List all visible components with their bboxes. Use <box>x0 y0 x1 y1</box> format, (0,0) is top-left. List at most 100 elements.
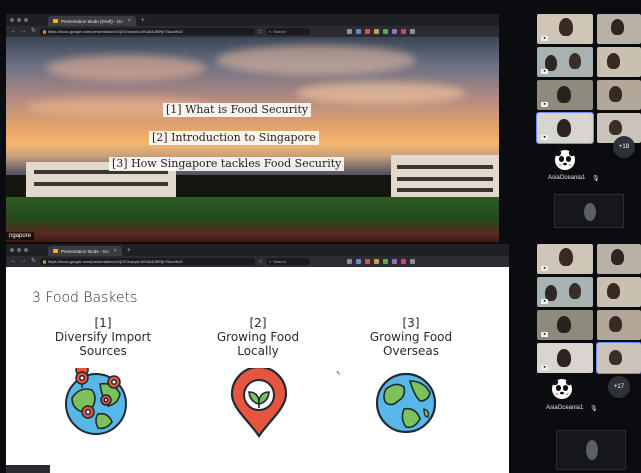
extension-icon[interactable] <box>373 29 379 34</box>
close-tab-icon[interactable]: × <box>114 248 117 254</box>
mic-badge: ■ <box>541 36 548 41</box>
slides-icon <box>53 249 58 253</box>
lock-icon: 🔒 <box>42 29 47 34</box>
slide-title: 3 Food Baskets <box>32 290 138 306</box>
extension-icon[interactable] <box>400 259 406 264</box>
basket-line2: Overseas <box>382 344 440 358</box>
shared-browser-window-top: Presentation Mode (Draft) - Go × + ← → ↻… <box>6 14 499 242</box>
url-text: https://docs.google.com/presentation/d/1… <box>48 259 183 264</box>
search-label: Search <box>273 259 286 264</box>
participant-tile[interactable] <box>597 47 641 77</box>
window-controls[interactable] <box>10 248 28 252</box>
participant-gallery-top: ■ ■ ■ ■ +18 AsiaOceania1 🎙 <box>534 14 641 244</box>
basket-2: [2] Growing Food Locally <box>183 316 333 358</box>
new-tab-icon[interactable]: + <box>141 17 145 24</box>
search-icon: ⌕ <box>268 259 272 264</box>
menu-icon[interactable] <box>409 259 415 264</box>
mouse-cursor-icon: ↖ <box>336 371 342 377</box>
school-building <box>391 155 499 197</box>
reload-icon[interactable]: ↻ <box>30 26 37 37</box>
participant-tile[interactable]: ■ <box>537 244 593 274</box>
self-view-tile[interactable] <box>554 194 624 228</box>
panda-avatar-icon <box>551 378 573 399</box>
basket-1: [1] Diversify Import Sources <box>28 316 178 358</box>
mic-badge: ■ <box>541 69 548 74</box>
mic-badge: ■ <box>541 266 548 271</box>
self-view-tile[interactable] <box>556 430 626 470</box>
browser-tab[interactable]: Presentation Mode (Draft) - Go × <box>48 16 136 26</box>
search-box[interactable]: ⌕ Search <box>265 28 310 35</box>
search-box[interactable]: ⌕ Search <box>265 258 310 265</box>
extension-toolbar <box>346 259 415 264</box>
tab-title: Presentation Mode (Draft) - Go <box>61 18 123 24</box>
participant-tile-active[interactable] <box>596 342 641 374</box>
more-participants-button[interactable]: +17 <box>608 376 630 398</box>
shared-browser-window-bottom: Presentation Mode - Go × + ← → ↻ 🔒 https… <box>6 244 509 473</box>
address-bar: ← → ↻ 🔒 https://docs.google.com/presenta… <box>6 256 509 267</box>
extension-icon[interactable] <box>391 29 397 34</box>
participant-tile[interactable] <box>597 14 641 44</box>
video-call-screen: Presentation Mode (Draft) - Go × + ← → ↻… <box>0 0 641 473</box>
mic-badge: ■ <box>541 135 548 140</box>
location-label: ngapore <box>6 232 35 240</box>
basket-line1: Growing Food <box>369 330 453 344</box>
basket-number: [2] <box>249 316 267 330</box>
extension-icon[interactable] <box>382 29 388 34</box>
extension-icon[interactable] <box>364 259 370 264</box>
participant-name: AsiaOceania1 <box>548 175 586 181</box>
participant-tile[interactable]: ■ <box>537 47 593 77</box>
extension-icon[interactable] <box>346 259 352 264</box>
reload-icon[interactable]: ↻ <box>30 256 37 267</box>
extension-icon[interactable] <box>346 29 352 34</box>
browser-tab[interactable]: Presentation Mode - Go × <box>48 246 122 256</box>
close-tab-icon[interactable]: × <box>128 18 131 24</box>
forward-icon[interactable]: → <box>20 26 27 37</box>
participant-tile[interactable] <box>597 310 641 340</box>
back-icon[interactable]: ← <box>10 26 17 37</box>
map-pin-leaf-icon <box>230 368 288 438</box>
mic-badge: ■ <box>541 299 548 304</box>
extension-icon[interactable] <box>382 259 388 264</box>
participant-tile[interactable]: ■ <box>537 343 593 373</box>
participant-tile[interactable] <box>597 244 641 274</box>
extension-icon[interactable] <box>400 29 406 34</box>
new-tab-icon[interactable]: + <box>127 247 131 254</box>
url-field[interactable]: 🔒 https://docs.google.com/presentation/d… <box>40 258 255 265</box>
forward-icon[interactable]: → <box>20 256 27 267</box>
url-text: https://docs.google.com/presentation/d/1… <box>48 29 183 34</box>
mic-muted-icon: 🎙 <box>590 406 598 412</box>
participant-tile[interactable]: ■ <box>537 310 593 340</box>
back-icon[interactable]: ← <box>10 256 17 267</box>
extension-icon[interactable] <box>364 29 370 34</box>
presenter-strip <box>6 465 50 473</box>
basket-line2: Sources <box>79 344 127 358</box>
participant-tile[interactable]: ■ <box>537 14 593 44</box>
participant-tile-active[interactable]: ■ <box>536 112 594 144</box>
more-participants-button[interactable]: +18 <box>613 136 635 158</box>
sports-field <box>6 197 499 242</box>
participant-tile[interactable]: ■ <box>537 80 593 110</box>
window-controls[interactable] <box>10 18 28 22</box>
extension-icon[interactable] <box>373 259 379 264</box>
url-field[interactable]: 🔒 https://docs.google.com/presentation/d… <box>40 28 255 35</box>
extension-icon[interactable] <box>355 29 361 34</box>
basket-line1: Growing Food <box>216 330 300 344</box>
bookmark-star-icon[interactable]: ☆ <box>258 259 263 265</box>
lock-icon: 🔒 <box>42 259 47 264</box>
food-baskets-slide: 3 Food Baskets [1] Diversify Import Sour… <box>6 267 509 473</box>
menu-icon[interactable] <box>409 29 415 34</box>
extension-icon[interactable] <box>391 259 397 264</box>
address-bar: ← → ↻ 🔒 https://docs.google.com/presenta… <box>6 26 499 37</box>
agenda-item-2: [2] Introduction to Singapore <box>149 131 319 145</box>
bookmark-star-icon[interactable]: ☆ <box>258 29 263 35</box>
extension-toolbar <box>346 29 415 34</box>
participant-tile[interactable] <box>597 80 641 110</box>
participant-tile[interactable]: ■ <box>537 277 593 307</box>
participant-tile[interactable] <box>597 277 641 307</box>
basket-3: [3] Growing Food Overseas <box>336 316 486 358</box>
basket-number: [1] <box>94 316 112 330</box>
mic-badge: ■ <box>541 365 548 370</box>
slides-icon <box>53 19 58 23</box>
basket-line1: Diversify Import <box>54 330 152 344</box>
extension-icon[interactable] <box>355 259 361 264</box>
